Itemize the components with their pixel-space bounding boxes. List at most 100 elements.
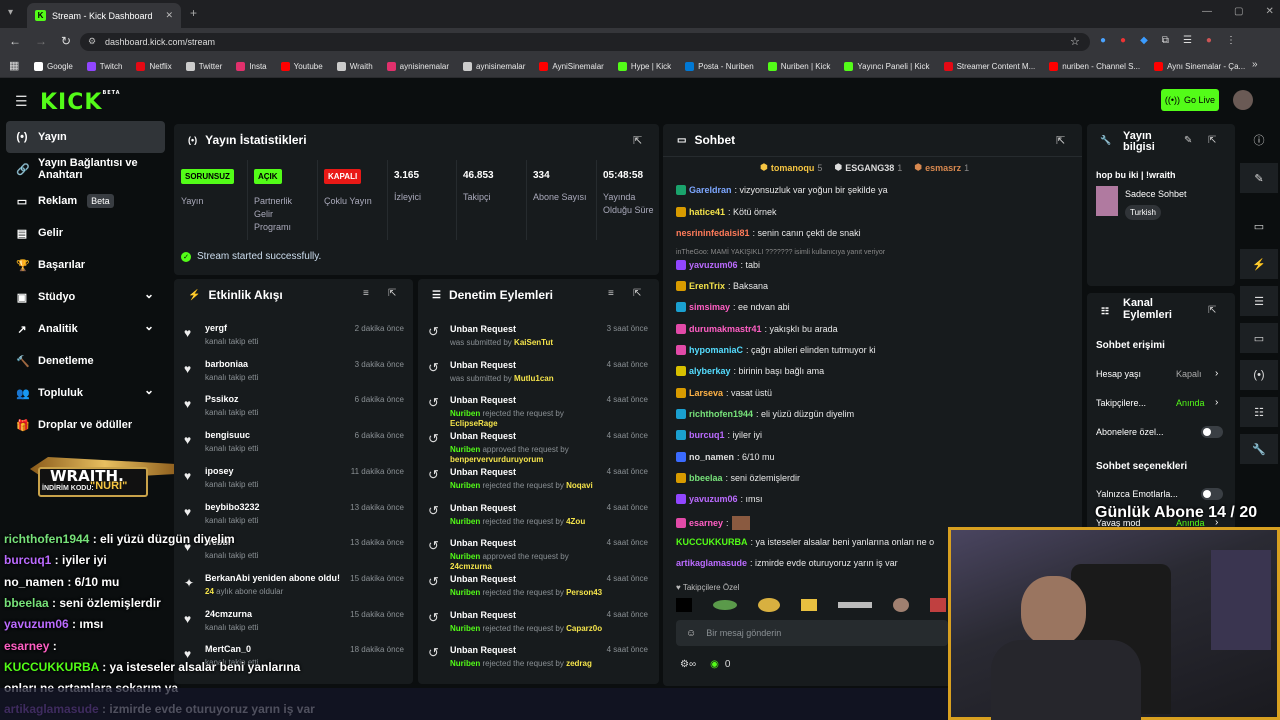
site-info-icon[interactable]: ⚙: [88, 36, 96, 47]
sidebar-item-droplar-ve-d-ller[interactable]: 🎁 Droplar ve ödüller: [0, 409, 172, 441]
chevron-right-icon[interactable]: ›: [1215, 397, 1218, 408]
filter-icon[interactable]: ≡: [608, 288, 614, 299]
target-user[interactable]: 4Zou: [566, 517, 585, 526]
target-user[interactable]: 24cmzurna: [450, 562, 492, 571]
emote[interactable]: [801, 599, 817, 611]
bookmark-item[interactable]: Hype | Kick: [617, 62, 671, 71]
moderator-name[interactable]: Nuriben: [450, 517, 480, 526]
bookmark-item[interactable]: Youtube: [280, 62, 323, 71]
bookmark-item[interactable]: AyniSinemalar: [539, 62, 604, 71]
emote[interactable]: [893, 598, 909, 612]
top-gifter[interactable]: ⬢ ESGANG38 1: [834, 162, 902, 173]
chat-username[interactable]: artikaglamasude: [676, 558, 747, 568]
hamburger-menu-icon[interactable]: ☰: [15, 93, 28, 110]
media-icon[interactable]: ☰: [1183, 35, 1192, 46]
popout-icon[interactable]: ⇱: [1056, 134, 1065, 147]
bolt-icon[interactable]: ⚡: [1240, 249, 1278, 279]
target-user[interactable]: EclipseRage: [450, 419, 498, 428]
popout-icon[interactable]: ⇱: [633, 134, 642, 147]
chat-username[interactable]: ErenTrix: [689, 281, 725, 291]
browser-tab[interactable]: K Stream - Kick Dashboard ✕: [27, 3, 181, 28]
chat-input[interactable]: ☺ Bir mesaj gönderin: [676, 620, 948, 646]
emote[interactable]: [713, 600, 737, 610]
chat-username[interactable]: no_namen: [689, 452, 734, 462]
filter-icon[interactable]: ≡: [363, 288, 369, 299]
chat-username[interactable]: richthofen1944: [689, 409, 753, 419]
chevron-right-icon[interactable]: ›: [1215, 368, 1218, 379]
sidebar-item-analitik[interactable]: ↗ Analitik ⌄: [0, 313, 172, 345]
sidebar-item-ba-ar-lar[interactable]: 🏆 Başarılar: [0, 249, 172, 281]
emote[interactable]: [758, 598, 780, 612]
sidebar-item-reklam[interactable]: ▭ Reklam Beta: [0, 185, 172, 217]
extension-icon[interactable]: ●: [1120, 35, 1126, 46]
maximize-icon[interactable]: ▢: [1234, 6, 1243, 17]
emote[interactable]: [676, 598, 692, 612]
chat-username[interactable]: simsimay: [689, 302, 730, 312]
chat-username[interactable]: Larseva: [689, 388, 723, 398]
close-window-icon[interactable]: ✕: [1265, 6, 1273, 17]
settings-icon[interactable]: ⚙∞: [680, 659, 696, 670]
category-name[interactable]: Sadece Sohbet: [1125, 189, 1187, 199]
moderator-name[interactable]: Nuriben: [450, 659, 480, 668]
menu-dots-icon[interactable]: ⋮: [1226, 35, 1236, 46]
chat-username[interactable]: hypomaniaC: [689, 345, 743, 355]
target-user[interactable]: zedrag: [566, 659, 592, 668]
bookmark-item[interactable]: Insta: [236, 62, 267, 71]
points-display[interactable]: ◉ 0: [710, 659, 730, 670]
target-user[interactable]: Person43: [566, 588, 602, 597]
pencil-icon[interactable]: ✎: [1240, 163, 1278, 193]
bookmark-item[interactable]: Wraith: [336, 62, 373, 71]
more-bookmarks-icon[interactable]: »: [1252, 59, 1258, 70]
bookmark-item[interactable]: Aynı Sinemalar - Ça...: [1154, 62, 1245, 71]
go-live-button[interactable]: ((•)) Go Live: [1161, 89, 1219, 111]
chat-username[interactable]: Gareldran: [689, 185, 732, 195]
sidebar-item-yay-n-ba-lant-s-ve-anahtar-[interactable]: 🔗 Yayın Bağlantısı ve Anahtarı: [0, 153, 172, 185]
chat-username[interactable]: yavuzum06: [689, 494, 738, 504]
moderator-name[interactable]: Nuriben: [450, 409, 480, 418]
sidebar-item-gelir[interactable]: ▤ Gelir: [0, 217, 172, 249]
bookmark-item[interactable]: Netflix: [136, 62, 172, 71]
moderator-name[interactable]: Nuriben: [450, 552, 480, 561]
moderator-name[interactable]: Nuriben: [450, 588, 480, 597]
bookmark-item[interactable]: Streamer Content M...: [943, 62, 1035, 71]
toggle-switch[interactable]: [1201, 426, 1223, 438]
reload-icon[interactable]: ↻: [61, 34, 71, 48]
chat-username[interactable]: bbeelaa: [689, 473, 723, 483]
toggle-switch[interactable]: [1201, 488, 1223, 500]
moderator-name[interactable]: Nuriben: [450, 445, 480, 454]
chat-icon[interactable]: ▭: [1240, 323, 1278, 353]
setting-value[interactable]: Anında: [1176, 398, 1205, 408]
close-tab-icon[interactable]: ✕: [165, 10, 173, 21]
profile-icon[interactable]: ●: [1206, 35, 1212, 46]
address-bar[interactable]: dashboard.kick.com/stream: [80, 33, 1090, 51]
chat-username[interactable]: hatice41: [689, 207, 725, 217]
kick-logo[interactable]: KICKBETA: [40, 90, 121, 115]
back-icon[interactable]: ←: [9, 34, 21, 48]
tab-search-icon[interactable]: ▾: [8, 7, 13, 18]
extension-icon[interactable]: ●: [1100, 35, 1106, 46]
info-icon[interactable]: ⓘ: [1240, 125, 1278, 155]
edit-icon[interactable]: ✎: [1184, 135, 1192, 146]
bookmark-item[interactable]: aynisinemalar: [463, 62, 525, 71]
setting-value[interactable]: Kapalı: [1176, 369, 1202, 379]
chat-username[interactable]: yavuzum06: [689, 260, 738, 270]
chat-username[interactable]: durumakmastr41: [689, 324, 762, 334]
chat-username[interactable]: nesrininfedaisi81: [676, 228, 750, 238]
emote[interactable]: [838, 602, 872, 608]
bookmark-item[interactable]: nuriben - Channel S...: [1049, 62, 1140, 71]
chat-username[interactable]: esarney: [689, 518, 723, 528]
sidebar-item-st-dyo[interactable]: ▣ Stüdyo ⌄: [0, 281, 172, 313]
sidebar-item-yay-n[interactable]: (•) Yayın: [6, 121, 165, 153]
bookmark-item[interactable]: aynisinemalar: [386, 62, 449, 71]
puzzle-icon[interactable]: ⧉: [1162, 35, 1169, 46]
wrench-icon[interactable]: 🔧: [1240, 434, 1278, 464]
popout-icon[interactable]: ⇱: [1208, 305, 1216, 316]
chat-username[interactable]: burcuq1: [689, 430, 725, 440]
bookmark-item[interactable]: Yayıncı Paneli | Kick: [844, 62, 930, 71]
target-user[interactable]: Noqavi: [566, 481, 593, 490]
sidebar-item-denetleme[interactable]: 🔨 Denetleme: [0, 345, 172, 377]
target-user[interactable]: Caparz0o: [566, 624, 602, 633]
emoji-icon[interactable]: ☺: [686, 628, 696, 639]
bookmark-item[interactable]: Nuriben | Kick: [767, 62, 830, 71]
top-gifter[interactable]: ⬢ esmasrz 1: [914, 162, 969, 173]
